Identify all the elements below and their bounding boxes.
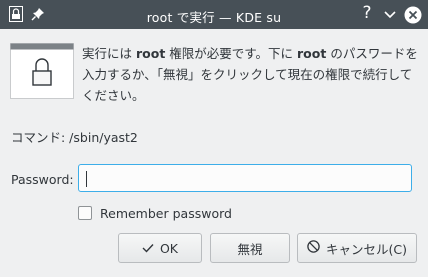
close-button[interactable] [404,6,422,27]
help-button[interactable]: ? [359,3,375,23]
password-label: Password: [11,172,74,187]
message-root-1: root [135,46,166,61]
instruction-message: 実行には root 権限が必要です。下に root のパスワードを入力するか、「… [82,43,422,106]
remember-password-checkbox[interactable] [78,206,92,220]
ignore-label: 無視 [237,241,263,257]
minimize-button[interactable] [384,8,396,22]
ignore-button[interactable]: 無視 [210,233,290,263]
ok-label: OK [159,240,179,256]
command-label: コマンド: /sbin/yast2 [11,130,138,145]
message-text: 権限が必要です。下に [165,46,298,61]
message-root-2: root [297,46,327,61]
cancel-icon [307,240,320,256]
password-input[interactable] [78,164,412,192]
remember-password-label[interactable]: Remember password [100,206,232,221]
cancel-label: キャンセル(C) [326,241,407,257]
message-text: 実行には [82,46,136,61]
title-bar[interactable]: root で実行 — KDE su ? [0,0,428,29]
checkmark-icon [142,241,154,256]
ok-button[interactable]: OK [118,233,202,263]
text-caret [86,171,87,187]
cancel-button[interactable]: キャンセル(C) [297,233,417,263]
lock-screen-icon [10,43,74,102]
